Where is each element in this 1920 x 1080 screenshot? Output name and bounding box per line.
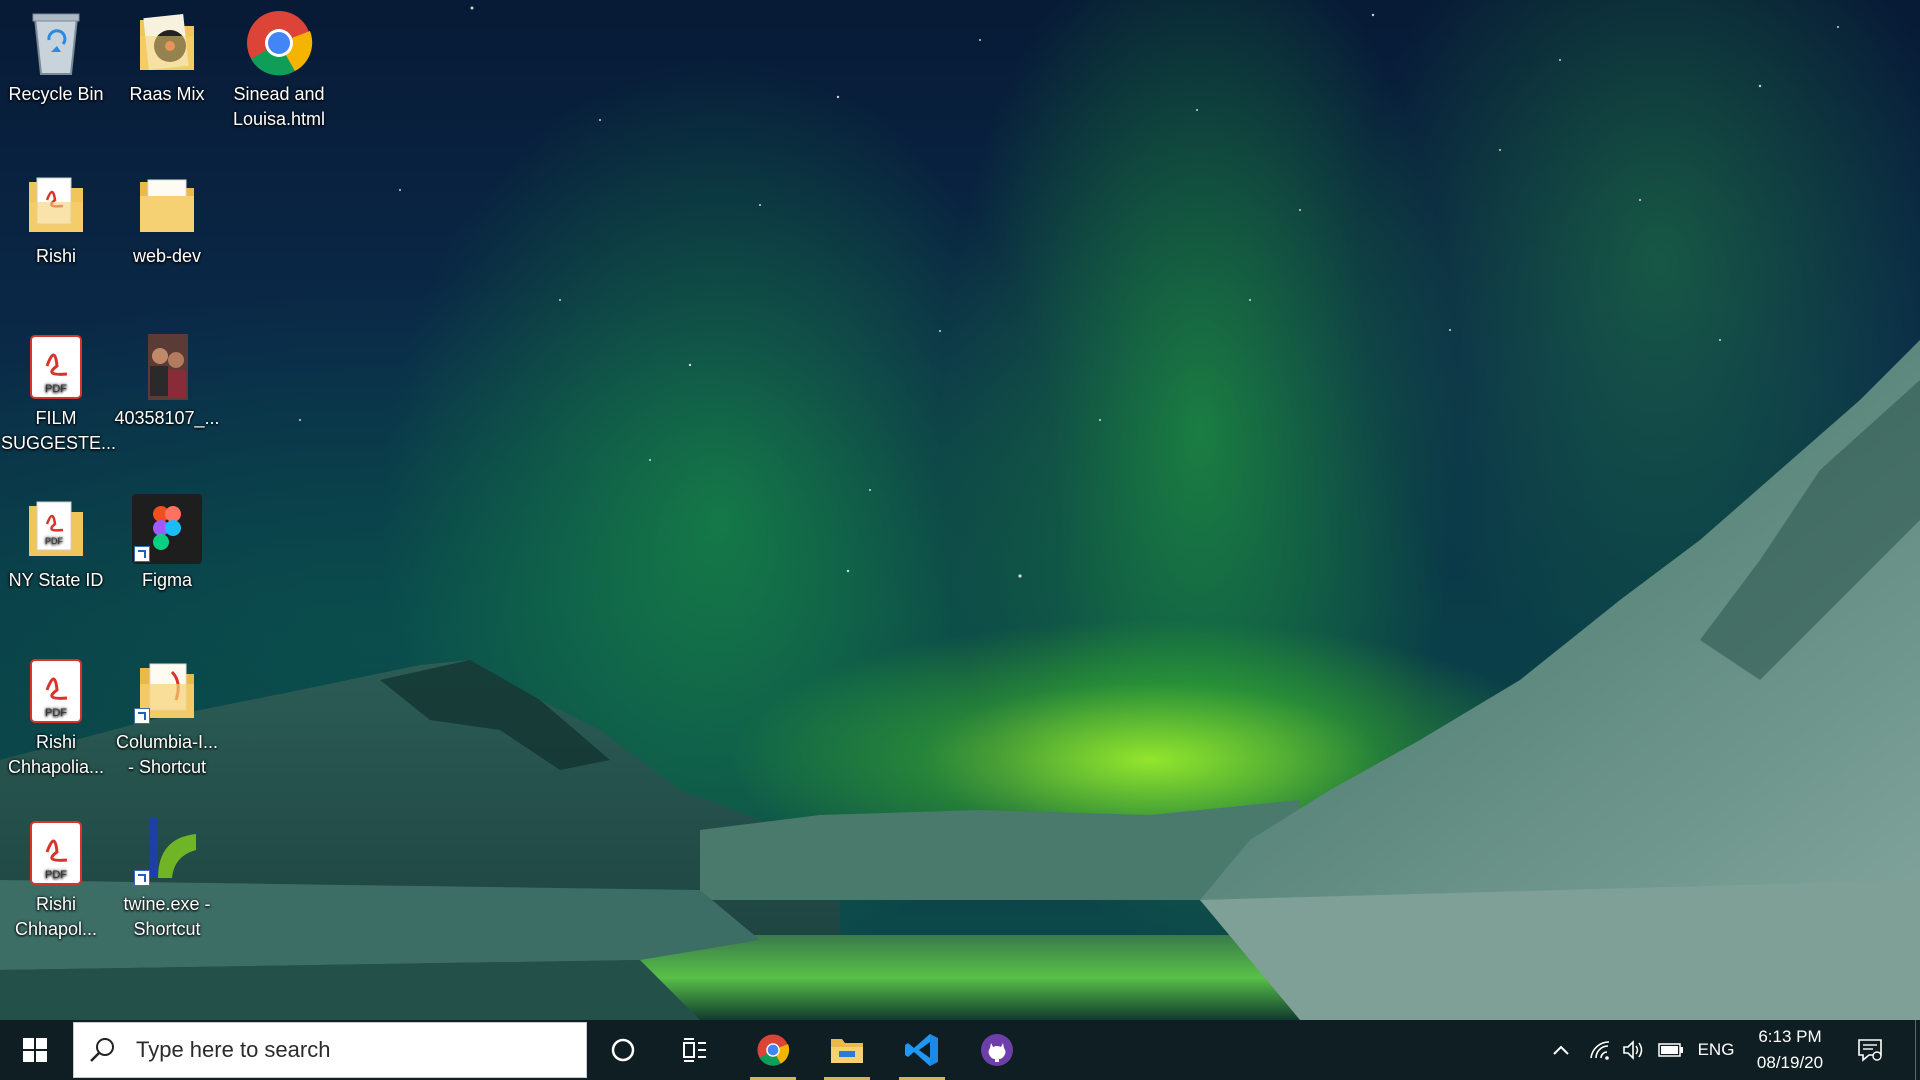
desktop-icon-ny-state-id[interactable]: PDF NY State ID [1,494,111,593]
twine-icon [132,818,202,888]
desktop-icon-label: FILM SUGGESTE... [1,408,117,453]
desktop-icon-label: Sinead and Louisa.html [232,84,326,129]
speaker-icon [1623,1040,1643,1060]
notification-icon [1858,1039,1882,1062]
desktop-icon-twine-shortcut[interactable]: twine.exe - Shortcut [112,818,222,942]
desktop-icon-label: Rishi [35,246,76,266]
desktop-icon-sinead-html[interactable]: Sinead and Louisa.html [224,8,334,132]
show-hidden-icons-button[interactable] [1546,1020,1576,1080]
input-language-button[interactable]: ENG [1692,1020,1740,1080]
desktop-icon-rishi-chhapolia-pdf[interactable]: PDF Rishi Chhapolia... [1,656,111,780]
clock-button[interactable]: 6:13 PM 08/19/20 [1742,1020,1838,1080]
desktop-icon-rishi-folder[interactable]: Rishi [1,170,111,269]
desktop-icon-columbia-shortcut[interactable]: Columbia-I... - Shortcut [112,656,222,780]
svg-text:PDF: PDF [45,869,67,881]
recycle-bin-icon [21,8,91,78]
desktop-icon-label: Recycle Bin [8,84,104,104]
desktop-icon-raas-mix[interactable]: Raas Mix [112,8,222,107]
shortcut-arrow-icon [134,708,150,724]
taskbar: Type here to search ENG 6:13 PM 08/19/20 [0,1020,1920,1080]
music-folder-icon [132,8,202,78]
desktop-icon-figma[interactable]: Figma [112,494,222,593]
desktop-icon-label: web-dev [132,246,202,266]
desktop-icon-photo[interactable]: 40358107_... [112,332,222,431]
desktop-icon-label: Rishi Chhapolia... [7,732,105,777]
figma-icon [132,494,202,564]
desktop-icon-label: twine.exe - Shortcut [123,894,211,939]
task-view-button[interactable] [666,1020,726,1080]
pdf-icon: PDF [21,818,91,888]
pdf-folder-icon: PDF [21,494,91,564]
volume-button[interactable] [1618,1020,1650,1080]
taskbar-app-github-desktop[interactable] [966,1020,1028,1080]
taskbar-app-vscode[interactable] [891,1020,953,1080]
desktop-icon-label: Raas Mix [129,84,205,104]
taskbar-search-box[interactable]: Type here to search [73,1022,587,1078]
folder-shortcut-icon [132,656,202,726]
vscode-icon [905,1034,938,1066]
battery-icon [1658,1043,1683,1057]
search-placeholder: Type here to search [136,1037,331,1062]
chrome-icon [244,8,314,78]
clock-time: 6:13 PM [1758,1027,1822,1046]
photo-icon [132,332,202,402]
svg-text:PDF: PDF [45,536,64,546]
show-desktop-divider [1914,1020,1916,1080]
clock-date: 08/19/20 [1756,1053,1824,1072]
pdf-icon: PDF [21,656,91,726]
svg-text:PDF: PDF [45,383,67,395]
cortana-icon [611,1038,635,1062]
wifi-icon [1590,1041,1610,1060]
github-desktop-icon [981,1034,1013,1066]
svg-text:PDF: PDF [45,707,67,719]
chevron-up-icon [1553,1045,1569,1055]
desktop-icon-film-suggestions[interactable]: PDF FILM SUGGESTE... [1,332,117,456]
cortana-button[interactable] [593,1020,653,1080]
desktop-icon-recycle-bin[interactable]: Recycle Bin [1,8,111,107]
desktop-background: Recycle Bin Raas Mix Sinead and Louisa.h [0,0,1920,1020]
action-center-button[interactable] [1848,1020,1892,1080]
network-button[interactable] [1584,1020,1616,1080]
desktop-icon-web-dev[interactable]: web-dev [112,170,222,269]
battery-button[interactable] [1654,1020,1688,1080]
chrome-icon [757,1034,790,1066]
file-explorer-icon [831,1039,863,1063]
desktop-icon-label: NY State ID [8,570,104,590]
show-desktop-button[interactable] [1912,1020,1918,1080]
task-view-icon [683,1038,706,1062]
pdf-icon: PDF [21,332,91,402]
windows-logo-icon [23,1038,47,1062]
shortcut-arrow-icon [134,870,150,886]
desktop-icon-rishi-chhapol-pdf[interactable]: PDF Rishi Chhapol... [1,818,111,942]
desktop-icon-label: 40358107_... [114,408,220,428]
search-icon [90,1038,114,1062]
desktop-icon-label: Columbia-I... - Shortcut [115,732,219,777]
pdf-folder-icon [21,170,91,240]
desktop-icon-label: Rishi Chhapol... [14,894,98,939]
taskbar-app-chrome[interactable] [742,1020,804,1080]
start-button[interactable] [0,1020,70,1080]
taskbar-app-file-explorer[interactable] [816,1020,878,1080]
shortcut-arrow-icon [134,546,150,562]
mountain-landscape [0,340,1920,1020]
desktop-icon-label: Figma [141,570,192,590]
folder-icon [132,170,202,240]
